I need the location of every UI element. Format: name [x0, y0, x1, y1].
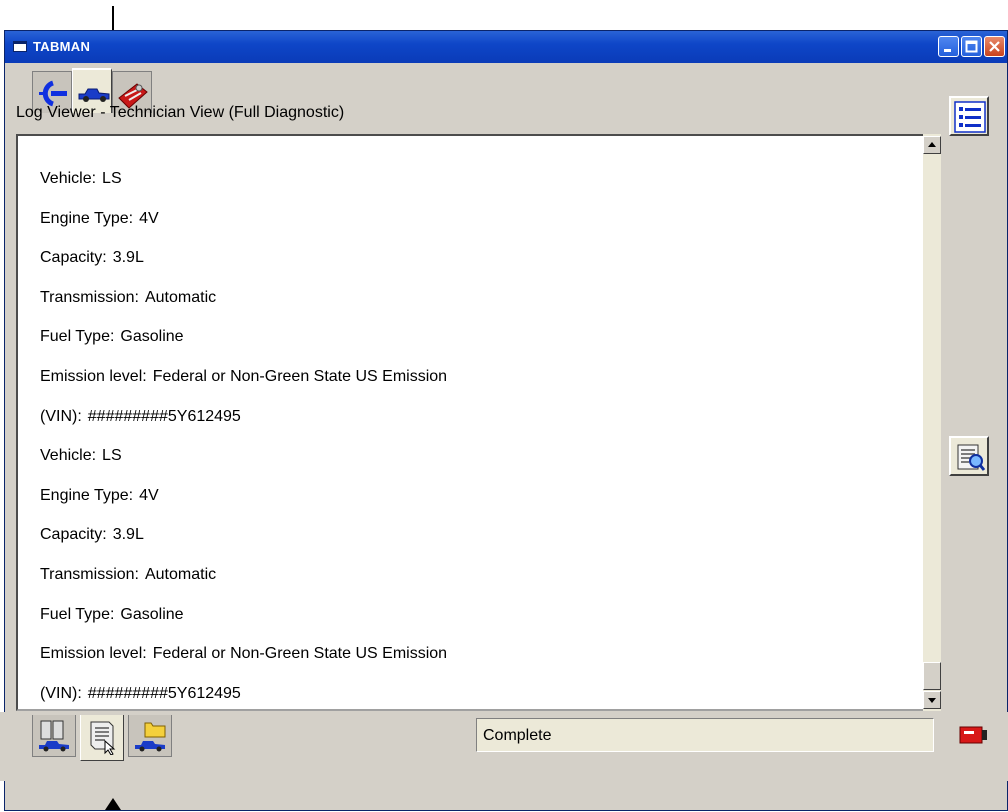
- log-line: Engine Type: 4V: [40, 210, 447, 250]
- log-line-label: Transmission:: [40, 565, 139, 583]
- log-line-label: Emission level:: [40, 645, 147, 663]
- log-line-value: 3.9L: [112, 249, 144, 267]
- scroll-up-button[interactable]: [923, 136, 941, 154]
- log-line-value: #########5Y612495: [87, 684, 241, 702]
- log-line-value: Federal or Non-Green State US Emission: [152, 645, 448, 663]
- log-line-label: (VIN):: [40, 407, 82, 425]
- window-title: TABMAN: [33, 39, 91, 54]
- log-line: Transmission: Automatic: [40, 289, 447, 329]
- log-line-label: Engine Type:: [40, 486, 134, 504]
- log-line-value: 4V: [139, 486, 159, 504]
- log-line-label: Fuel Type:: [40, 605, 115, 623]
- log-search-button[interactable]: [949, 436, 989, 476]
- log-line-label: Engine Type:: [40, 209, 134, 227]
- list-icon: [954, 101, 986, 133]
- vehicle-icon: [78, 88, 110, 102]
- log-document-icon: [90, 721, 116, 755]
- vertical-scrollbar[interactable]: [923, 134, 941, 711]
- log-line-value: Federal or Non-Green State US Emission: [152, 367, 448, 385]
- log-line: Emission level: Federal or Non-Green Stat…: [40, 368, 447, 408]
- list-view-button[interactable]: [949, 96, 989, 136]
- log-line-label: Vehicle:: [40, 447, 97, 465]
- tab-log-document[interactable]: [80, 715, 124, 761]
- log-line-value: Automatic: [144, 288, 217, 306]
- log-line: (VIN): #########5Y612495: [40, 408, 447, 448]
- log-line: Capacity: 3.9L: [40, 249, 447, 289]
- log-lines: Vehicle: LS Engine Type: 4V Capacity: 3.9L Tra…: [40, 170, 447, 724]
- scroll-down-button[interactable]: [923, 691, 941, 709]
- log-line-value: 4V: [139, 209, 159, 227]
- log-line-value: 3.9L: [112, 526, 144, 544]
- annotation-arrow-up-icon: [105, 798, 121, 810]
- log-line: Fuel Type: Gasoline: [40, 606, 447, 646]
- log-line: Transmission: Automatic: [40, 566, 447, 606]
- window-icon: [13, 41, 27, 52]
- log-line: Engine Type: 4V: [40, 487, 447, 527]
- log-line-label: Transmission:: [40, 288, 139, 306]
- log-content-pane[interactable]: Vehicle: LS Engine Type: 4V Capacity: 3.9L Tra…: [16, 134, 941, 711]
- log-line: Capacity: 3.9L: [40, 526, 447, 566]
- log-line-value: LS: [102, 447, 122, 465]
- log-line: Vehicle: LS: [40, 170, 447, 210]
- tab-vehicle-folder[interactable]: [128, 715, 172, 757]
- status-bar: Complete: [476, 718, 934, 752]
- log-line-label: (VIN):: [40, 684, 82, 702]
- log-line: Fuel Type: Gasoline: [40, 328, 447, 368]
- log-line-value: LS: [102, 170, 122, 187]
- vehicle-folder-icon: [135, 722, 166, 752]
- log-search-icon: [957, 444, 986, 471]
- log-line-value: Gasoline: [120, 605, 184, 623]
- log-line-value: #########5Y612495: [87, 407, 241, 425]
- close-button[interactable]: [984, 36, 1005, 57]
- maximize-button[interactable]: [961, 36, 982, 57]
- scroll-thumb[interactable]: [923, 662, 941, 690]
- log-line-value: Gasoline: [120, 328, 184, 346]
- tab-vehicle-database[interactable]: [32, 715, 76, 757]
- log-line: Vehicle: LS: [40, 447, 447, 487]
- log-line-label: Vehicle:: [40, 170, 97, 187]
- log-line-label: Capacity:: [40, 249, 107, 267]
- vehicle-database-icon: [39, 720, 69, 752]
- log-line-label: Emission level:: [40, 367, 147, 385]
- title-bar: TABMAN: [5, 31, 1007, 63]
- log-line-label: Fuel Type:: [40, 328, 115, 346]
- minimize-button[interactable]: [938, 36, 959, 57]
- log-line-value: Automatic: [144, 565, 217, 583]
- log-viewer-title: Log Viewer - Technician View (Full Diagn…: [16, 104, 345, 121]
- connection-status-icon: [959, 726, 987, 744]
- log-line-label: Capacity:: [40, 526, 107, 544]
- log-line: Emission level: Federal or Non-Green Stat…: [40, 645, 447, 685]
